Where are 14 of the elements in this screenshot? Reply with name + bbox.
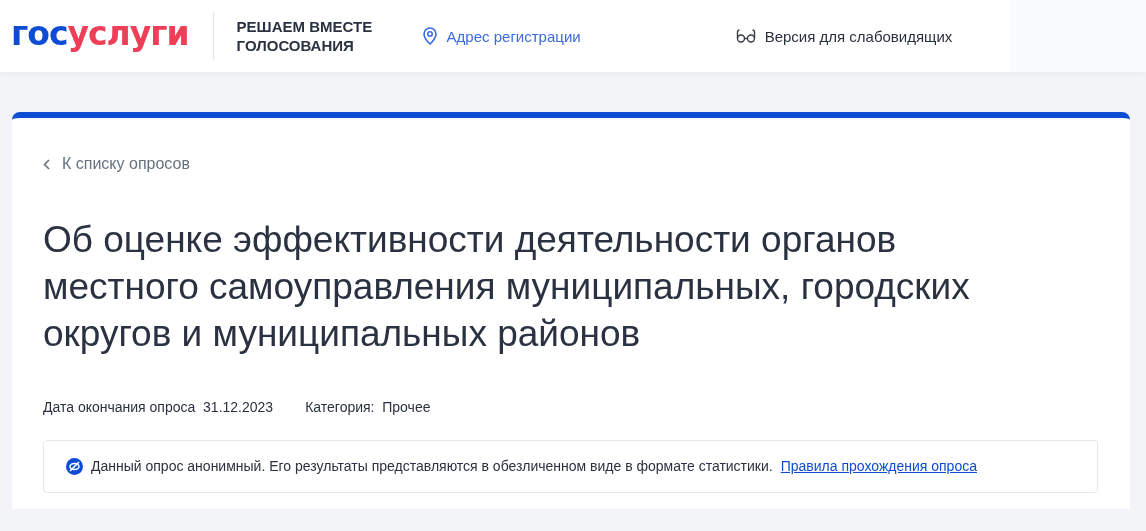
poll-meta: Категория: Прочее — [305, 398, 431, 415]
rules-link[interactable]: Правила прохождения опроса — [780, 458, 977, 474]
tagline: РЕШАЕМ ВМЕСТЕ ГОЛОСОВАНИЯ — [236, 17, 374, 55]
logo[interactable]: госуслуги — [11, 13, 189, 59]
location-pin-icon — [421, 27, 438, 45]
back-link[interactable]: К списку опросов — [43, 155, 190, 173]
poll-meta: Дата окончания опроса 31.12.2023 — [43, 398, 274, 415]
address-link[interactable]: Адрес регистрации — [421, 27, 581, 45]
accessibility-link[interactable]: Версия для слабовидящих — [735, 27, 953, 45]
glasses-icon — [735, 29, 756, 43]
poll-title: Об оценке эффективности деятельности органов местного самоуправления муниципальных, городских округов и муниципальных районов — [43, 217, 971, 356]
chevron-left-icon — [43, 158, 50, 170]
eye-crossed-icon — [66, 457, 83, 475]
notice-text: Данный опрос анонимный. Его результаты представляются в обезличенном виде в формате статистики. — [91, 458, 773, 474]
